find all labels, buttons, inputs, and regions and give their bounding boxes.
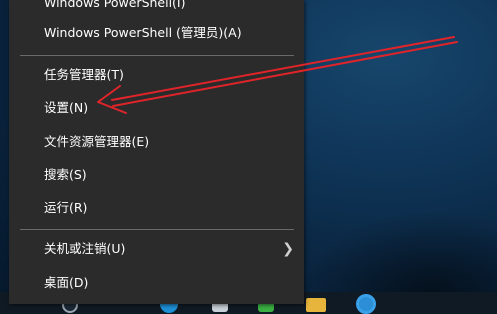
arrow-shaft-upper (111, 36, 455, 101)
red-arrow-annotation (97, 36, 458, 114)
arrow-shaft-lower (112, 41, 458, 107)
